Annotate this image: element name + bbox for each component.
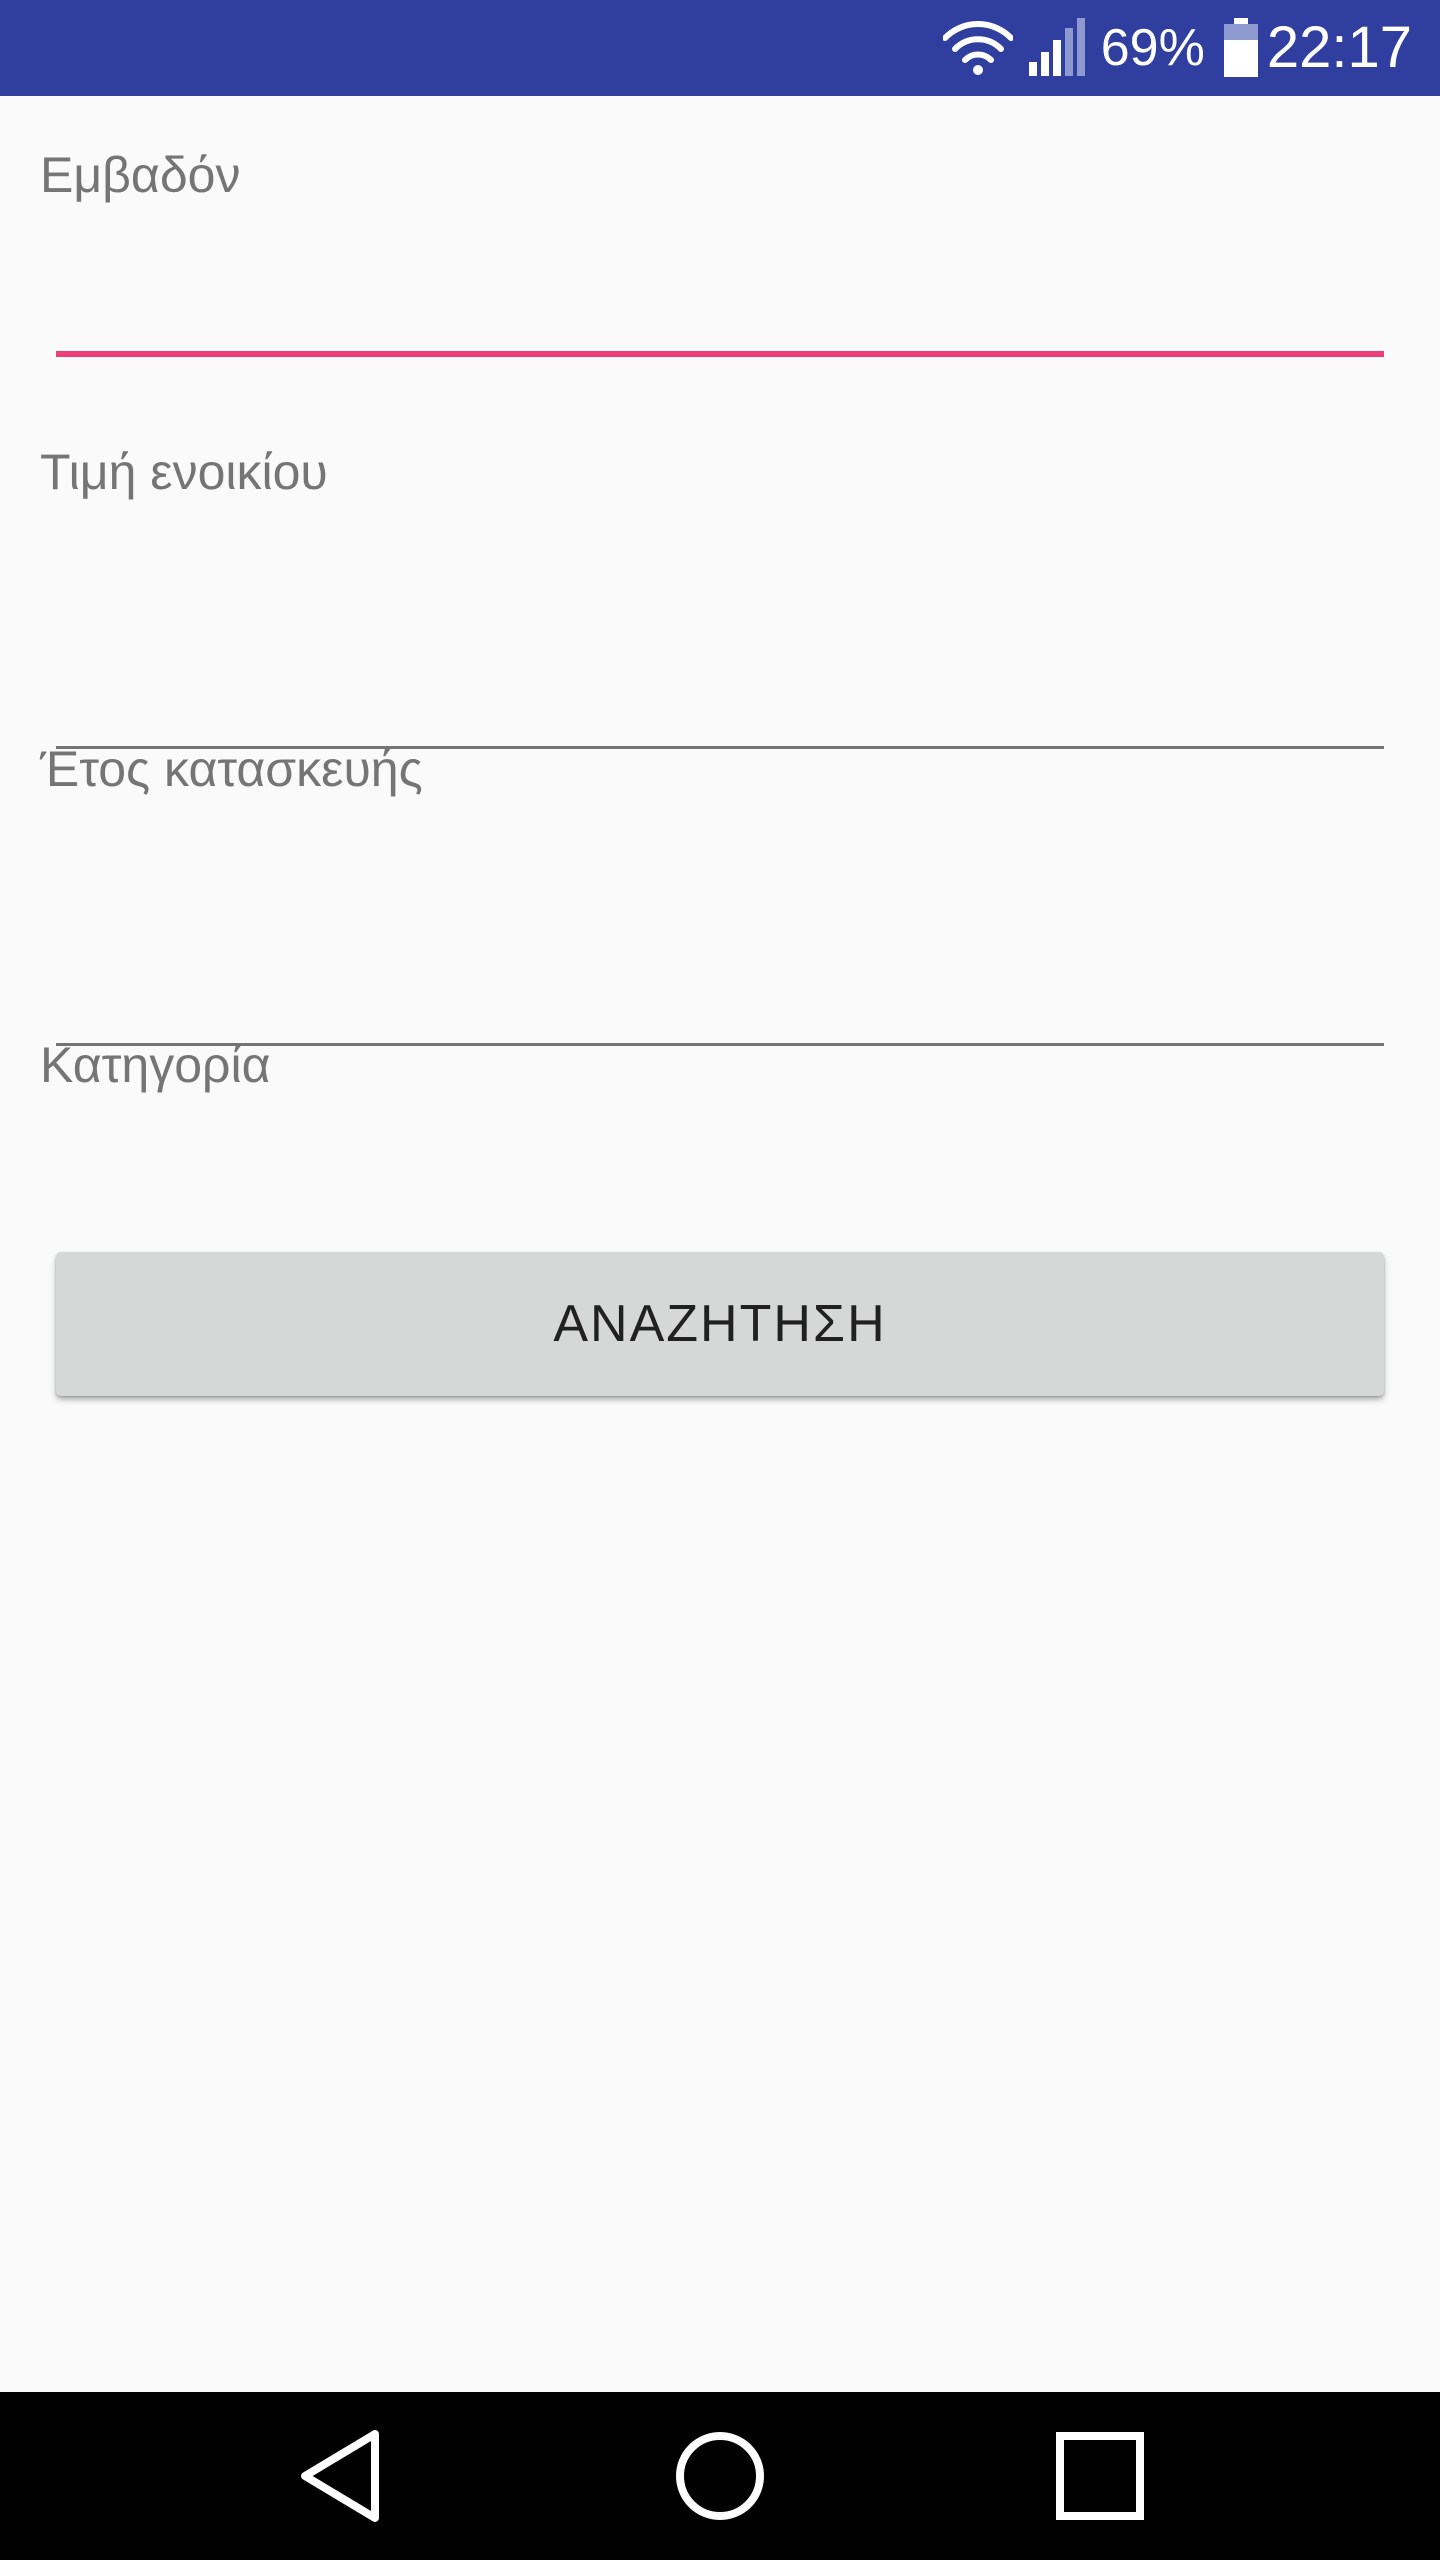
- status-bar: 69% 22:17: [0, 0, 1440, 96]
- recents-icon[interactable]: [1040, 2416, 1160, 2536]
- home-icon[interactable]: [660, 2416, 780, 2536]
- wifi-icon: [942, 20, 1013, 76]
- construction-year-input[interactable]: [56, 956, 1384, 1046]
- search-form: Εμβαδόν Τιμή ενοικίου Έτος κατασκευής Κα…: [0, 96, 1440, 2392]
- construction-year-label: Έτος κατασκευής: [40, 741, 423, 797]
- search-button[interactable]: ΑΝΑΖΗΤΗΣΗ: [56, 1252, 1384, 1396]
- category-label: Κατηγορία: [40, 1037, 271, 1093]
- status-icons: 69% 22:17: [942, 0, 1412, 96]
- area-input[interactable]: [56, 267, 1384, 357]
- battery-percent: 69%: [1100, 19, 1205, 77]
- rent-price-label: Τιμή ενοικίου: [40, 444, 328, 500]
- status-clock: 22:17: [1266, 15, 1412, 80]
- area-label: Εμβαδόν: [40, 147, 241, 203]
- navigation-bar: [0, 2392, 1440, 2560]
- back-icon[interactable]: [280, 2416, 400, 2536]
- signal-icon: [1027, 18, 1087, 78]
- battery-icon: [1223, 18, 1259, 78]
- rent-price-input[interactable]: [56, 659, 1384, 749]
